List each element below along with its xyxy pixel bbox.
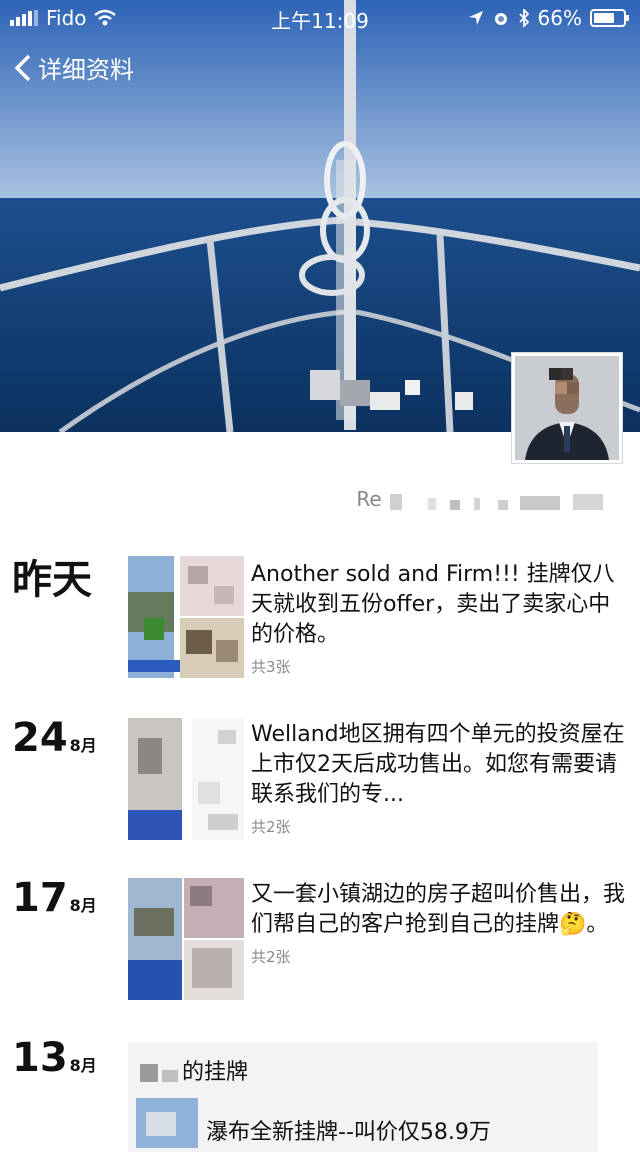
photo-thumbnail (128, 718, 244, 840)
post-thumbnails[interactable] (128, 718, 244, 840)
post-text: 又一套小镇湖边的房子超叫价售出，我们帮自己的客户抢到自己的挂牌🤔。 (251, 882, 626, 937)
photo-thumbnail (128, 556, 244, 678)
post-month: 8月 (69, 896, 97, 915)
post-date: 13 8月 (12, 1036, 97, 1088)
photo-count: 共2张 (251, 818, 291, 836)
shared-link-card[interactable]: 的挂牌 瀑布全新挂牌--叫价仅58.9万 (128, 1042, 598, 1152)
signature-text: Re (356, 487, 382, 511)
post-thumbnails[interactable] (128, 556, 244, 678)
post-text-block: 又一套小镇湖边的房子超叫价售出，我们帮自己的客户抢到自己的挂牌🤔。 共2张 (251, 880, 626, 972)
shared-thumbnail (136, 1098, 198, 1148)
alarm-icon (494, 13, 507, 25)
post-date: 昨天 (12, 558, 92, 602)
post-day: 24 (12, 715, 68, 761)
post-day: 13 (12, 1035, 68, 1081)
photo-count: 共2张 (251, 948, 291, 966)
bluetooth-icon (518, 9, 529, 27)
post-day: 17 (12, 875, 68, 921)
post-text: Welland地区拥有四个单元的投资屋在上市仅2天后成功售出。如您有需要请联系我… (251, 722, 625, 807)
photo-count: 共3张 (251, 658, 291, 676)
shared-title-text: 的挂牌 (182, 1060, 249, 1085)
avatar[interactable] (511, 352, 623, 464)
post-date: 17 8月 (12, 876, 97, 928)
avatar-image (515, 356, 619, 460)
photo-thumbnail (128, 878, 244, 1000)
shared-title: 的挂牌 (138, 1054, 248, 1086)
back-label: 详细资料 (38, 56, 134, 84)
back-button[interactable]: 详细资料 (14, 50, 134, 85)
post-thumbnails[interactable] (128, 878, 244, 1000)
post-text: Another sold and Firm!!! 挂牌仅八天就收到五份offer… (251, 562, 615, 647)
signature-redacted (390, 493, 603, 510)
profile-signature: Re (356, 487, 618, 512)
chevron-left-icon (14, 54, 31, 81)
post-month: 8月 (69, 736, 97, 755)
status-bar: Fido 上午11:09 66% (0, 0, 640, 34)
battery-icon (590, 9, 629, 27)
shared-text: 瀑布全新挂牌--叫价仅58.9万 (206, 1120, 491, 1145)
post-day: 昨天 (12, 557, 92, 603)
redacted-name (140, 1064, 178, 1082)
post-text-block: Welland地区拥有四个单元的投资屋在上市仅2天后成功售出。如您有需要请联系我… (251, 720, 626, 842)
battery-percent: 66% (537, 6, 582, 30)
post-date: 24 8月 (12, 716, 97, 768)
location-icon (468, 11, 483, 25)
post-month: 8月 (69, 1056, 97, 1075)
post-text-block: Another sold and Firm!!! 挂牌仅八天就收到五份offer… (251, 560, 626, 682)
